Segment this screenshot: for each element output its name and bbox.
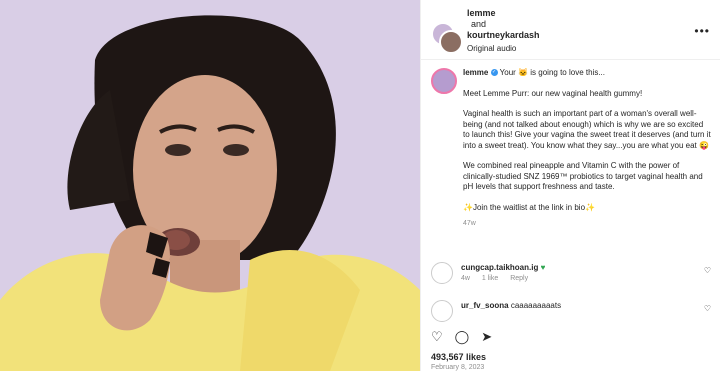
caption-paragraph-3: We combined real pineapple and Vitamin C…	[463, 161, 703, 191]
verified-badge-icon: ✓	[490, 69, 498, 77]
share-icon[interactable]: ➤	[481, 329, 492, 345]
post-header: lemme and kourtneykardash Original audio…	[421, 0, 720, 60]
comment-text: caaaaaaaaats	[510, 301, 562, 310]
comment-time: 4w	[461, 275, 470, 282]
post-caption: lemme ✓ Your 🐱 is going to love this... …	[421, 68, 720, 230]
header-and: and	[471, 19, 487, 29]
comment-icon[interactable]: ◯	[455, 329, 470, 345]
post-photo	[0, 0, 420, 371]
collab-avatars[interactable]	[431, 22, 463, 54]
post-date: February 8, 2023	[431, 364, 485, 371]
comment-body: ur_fv_soona caaaaaaaaats	[461, 300, 561, 322]
comment-username[interactable]: ur_fv_soona	[461, 301, 509, 310]
caption-body: lemme ✓ Your 🐱 is going to love this... …	[463, 68, 711, 230]
caption-intro-b: is going to love this...	[530, 68, 605, 77]
comment-like-icon[interactable]: ♡	[704, 266, 711, 275]
caption-intro-a: Your	[499, 68, 516, 77]
header-user-2[interactable]: kourtneykardash	[467, 30, 540, 41]
comment-like-icon[interactable]: ♡	[704, 304, 711, 313]
comment-reply-button[interactable]: Reply	[510, 275, 528, 282]
caption-username[interactable]: lemme	[463, 68, 488, 77]
comment-likes[interactable]: 1 like	[482, 275, 498, 282]
comment-avatar[interactable]	[431, 262, 453, 284]
avatar-kourtney	[439, 30, 463, 54]
caption-avatar[interactable]	[431, 68, 457, 94]
comment-avatar[interactable]	[431, 300, 453, 322]
caption-paragraph-1: Meet Lemme Purr: our new vaginal health …	[463, 88, 643, 98]
comment-body: cungcap.taikhoan.ig ♥ 4w 1 like Reply	[461, 262, 545, 284]
original-audio-link[interactable]: Original audio	[467, 43, 540, 54]
post-sidebar: lemme and kourtneykardash Original audio…	[420, 0, 720, 371]
header-text: lemme and kourtneykardash Original audio	[467, 8, 540, 54]
green-heart-icon: ♥	[540, 263, 546, 272]
heart-icon[interactable]: ♡	[431, 329, 443, 345]
comment-username[interactable]: cungcap.taikhoan.ig	[461, 263, 538, 272]
caption-paragraph-4: ✨Join the waitlist at the link in bio✨	[463, 202, 595, 212]
more-horizontal-icon[interactable]: •••	[694, 24, 710, 38]
caption-time: 47w	[463, 220, 476, 227]
post-actions: ♡ ◯ ➤	[431, 329, 492, 345]
cat-emoji-icon: 🐱	[518, 68, 529, 77]
comment-item: ur_fv_soona caaaaaaaaats ♡	[431, 300, 711, 322]
header-user-1[interactable]: lemme	[467, 8, 540, 19]
instagram-post: lemme and kourtneykardash Original audio…	[0, 0, 720, 371]
caption-paragraph-2: Vaginal health is such an important part…	[463, 109, 711, 150]
like-count[interactable]: 493,567 likes	[431, 352, 486, 362]
comment-meta: 4w 1 like Reply	[461, 273, 545, 284]
comment-item: cungcap.taikhoan.ig ♥ 4w 1 like Reply ♡	[431, 262, 711, 284]
post-media[interactable]	[0, 0, 420, 371]
